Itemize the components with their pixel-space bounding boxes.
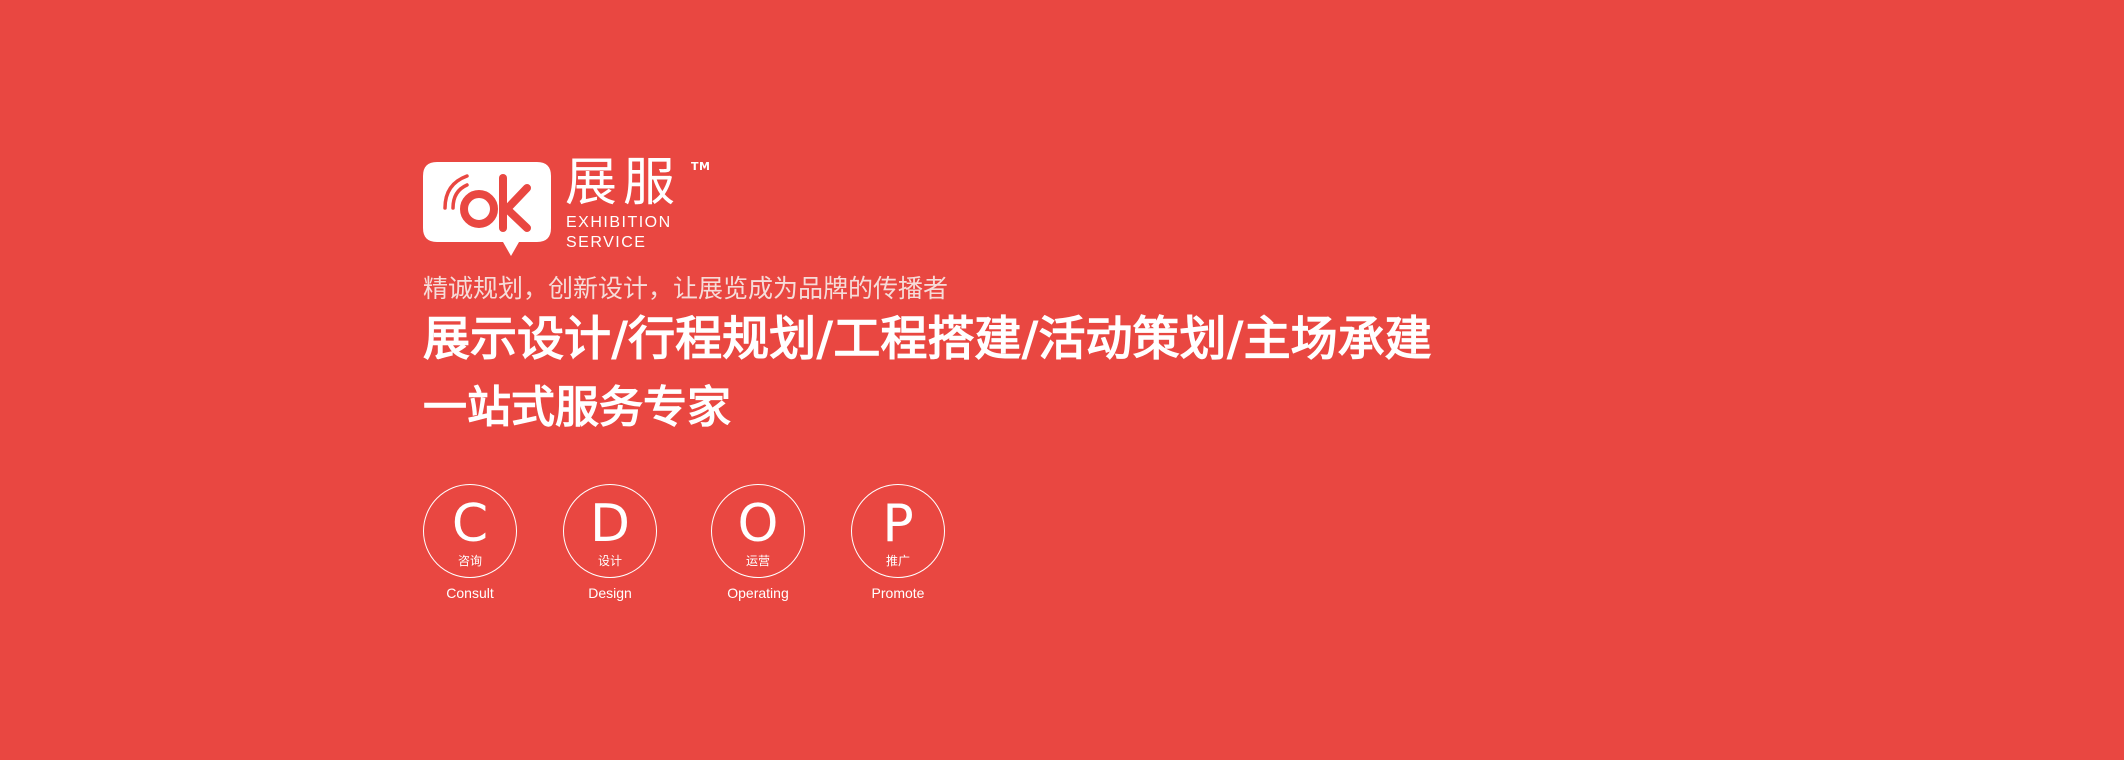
brand-name-en: EXHIBITION SERVICE <box>566 213 672 253</box>
slogan-heading: 一站式服务专家 <box>423 382 731 433</box>
pillar-letter: O <box>737 494 779 554</box>
pillar-letter: P <box>882 494 914 554</box>
speech-bubble-ok-icon: ok <box>423 162 551 256</box>
pillar-design: D 设计 Design <box>563 484 659 602</box>
pillar-label-en: Promote <box>871 585 925 601</box>
pillar-letter: D <box>589 494 631 554</box>
pillar-label-en: Operating <box>727 585 789 601</box>
pillar-label-cn: 运营 <box>745 554 770 568</box>
brand-logo[interactable]: ok 展服 TM EXHIBITION SERVICE <box>423 148 723 258</box>
pillar-label-en: Consult <box>446 585 494 601</box>
pillar-label-en: Design <box>588 585 632 601</box>
pillar-label-cn: 咨询 <box>457 554 482 568</box>
services-heading: 展示设计/行程规划/工程搭建/活动策划/主场承建 <box>423 312 1432 367</box>
brand-name-cn: 展服 <box>565 153 682 213</box>
pillar-operating: O 运营 Operating <box>711 484 807 602</box>
trademark-mark: TM <box>691 160 711 173</box>
tagline: 精诚规划，创新设计，让展览成为品牌的传播者 <box>423 274 949 303</box>
brand-name-en-line2: SERVICE <box>566 234 647 251</box>
hero-banner: ok 展服 TM EXHIBITION SERVICE 精诚规划，创新设计，让展… <box>0 0 2124 760</box>
brand-name-en-line1: EXHIBITION <box>566 214 672 231</box>
pillar-label-cn: 设计 <box>597 554 622 568</box>
pillar-promote: P 推广 Promote <box>851 484 947 602</box>
pillar-letter: C <box>451 494 489 554</box>
pillar-consult: C 咨询 Consult <box>423 484 519 602</box>
pillar-label-cn: 推广 <box>885 554 910 568</box>
